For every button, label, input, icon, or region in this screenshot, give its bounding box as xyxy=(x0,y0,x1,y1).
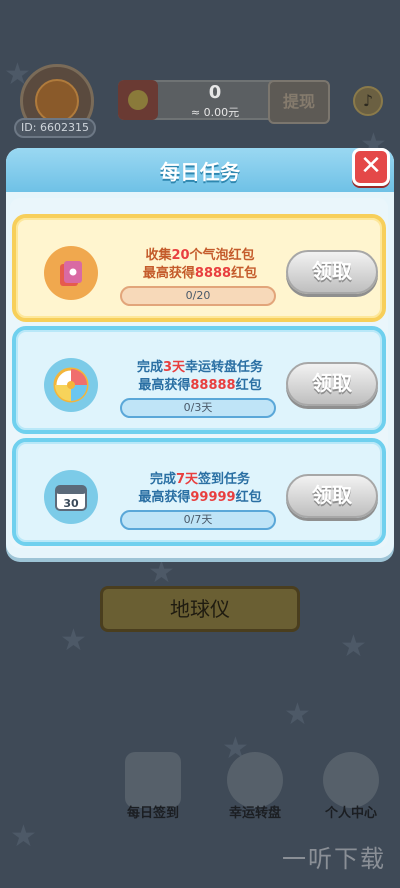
svg-text:30: 30 xyxy=(63,497,79,510)
music-icon[interactable]: ♪ xyxy=(353,86,383,116)
watermark-text: 一听下载 xyxy=(282,845,386,873)
background-star-icon: ★ xyxy=(60,623,87,658)
task-daily-checkin: 30 完成7天签到任务 最高获得99999红包 0/7天 领取 xyxy=(12,438,386,546)
nav-lucky-wheel[interactable]: 幸运转盘 xyxy=(210,752,300,821)
background-star-icon: ★ xyxy=(340,629,367,664)
progress-text: 0/7天 xyxy=(183,513,213,526)
task-highlight: 99999 xyxy=(190,490,236,505)
red-envelope-icon xyxy=(44,246,98,300)
progress-bar: 0/7天 xyxy=(120,510,276,530)
globe-button[interactable]: 地球仪 xyxy=(100,586,300,632)
progress-bar: 0/20 xyxy=(120,286,276,306)
background-star-icon: ★ xyxy=(284,697,311,732)
calendar-icon: 30 xyxy=(44,470,98,524)
task-text: 个气泡红包 xyxy=(189,248,255,263)
task-text: 红包 xyxy=(235,490,262,505)
modal-title: 每日任务 xyxy=(160,159,240,184)
calendar-icon xyxy=(125,752,181,808)
coin-icon xyxy=(128,90,148,110)
lucky-wheel-icon xyxy=(44,358,98,412)
task-text: 红包 xyxy=(235,378,262,393)
progress-text: 0/20 xyxy=(185,289,211,302)
task-text: 最高获得 xyxy=(142,266,195,281)
balance-cny: ≈ 0.00元 xyxy=(190,106,240,119)
nav-label: 个人中心 xyxy=(324,806,377,821)
task-text: 最高获得 xyxy=(138,378,191,393)
nav-daily-checkin[interactable]: 每日签到 xyxy=(108,752,198,821)
modal-header: 每日任务 xyxy=(6,148,394,192)
task-collect-bubbles: 收集20个气泡红包 最高获得8888红包 0/20 领取 xyxy=(12,214,386,322)
task-highlight: 3天 xyxy=(162,360,186,375)
nav-label: 幸运转盘 xyxy=(228,806,281,821)
wheel-icon xyxy=(227,752,283,808)
progress-text: 0/3天 xyxy=(183,401,213,414)
close-button[interactable]: ✕ xyxy=(352,148,390,186)
task-text: 签到任务 xyxy=(198,472,251,487)
task-text: 最高获得 xyxy=(138,490,191,505)
red-packet-icon xyxy=(118,80,158,120)
nav-personal-center[interactable]: 个人中心 xyxy=(306,752,396,821)
task-line1: 完成3天幸运转盘任务 xyxy=(112,356,288,375)
background-star-icon: ★ xyxy=(148,555,175,590)
task-text: 完成 xyxy=(136,360,163,375)
task-text: 收集 xyxy=(145,248,172,263)
task-lucky-wheel: 完成3天幸运转盘任务 最高获得88888红包 0/3天 领取 xyxy=(12,326,386,434)
task-line1: 收集20个气泡红包 xyxy=(112,244,288,263)
task-text: 红包 xyxy=(231,266,258,281)
task-highlight: 7天 xyxy=(175,472,199,487)
withdraw-button[interactable]: 提现 xyxy=(268,80,330,124)
claim-button[interactable]: 领取 xyxy=(286,250,378,294)
task-line2: 最高获得99999红包 xyxy=(112,486,288,505)
task-highlight: 20 xyxy=(171,248,190,263)
user-id-label: ID: 6602315 xyxy=(14,118,96,138)
task-text: 完成 xyxy=(149,472,176,487)
task-line2: 最高获得8888红包 xyxy=(112,262,288,281)
progress-bar: 0/3天 xyxy=(120,398,276,418)
task-line1: 完成7天签到任务 xyxy=(112,468,288,487)
task-highlight: 8888 xyxy=(194,266,232,281)
person-icon xyxy=(323,752,379,808)
task-text: 幸运转盘任务 xyxy=(185,360,264,375)
balance-value: 0 xyxy=(208,82,222,103)
avatar-image xyxy=(35,79,79,123)
claim-button[interactable]: 领取 xyxy=(286,362,378,406)
claim-button[interactable]: 领取 xyxy=(286,474,378,518)
task-highlight: 88888 xyxy=(190,378,236,393)
bottom-nav: 每日签到 幸运转盘 个人中心 xyxy=(0,752,400,832)
nav-label: 每日签到 xyxy=(126,806,179,821)
task-line2: 最高获得88888红包 xyxy=(112,374,288,393)
watermark: 一听下载 xyxy=(282,839,386,874)
